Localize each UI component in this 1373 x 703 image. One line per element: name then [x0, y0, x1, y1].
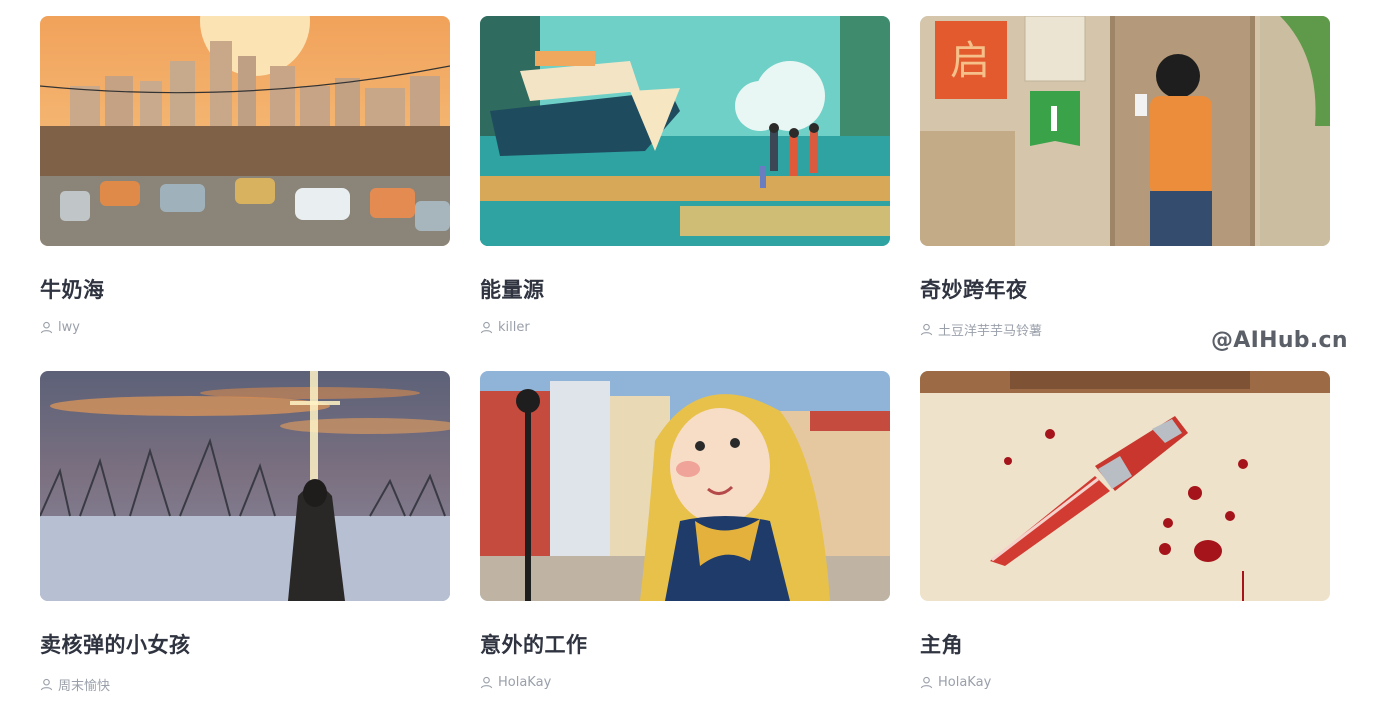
- author-name: 土豆洋芋芋马铃薯: [938, 324, 1043, 339]
- story-title[interactable]: 奇妙跨年夜: [920, 274, 1028, 304]
- user-icon: [920, 323, 933, 336]
- story-author[interactable]: lwy: [40, 320, 80, 335]
- watermark-text: @AIHub.cn: [1211, 328, 1348, 353]
- svg-text:启: 启: [950, 38, 990, 84]
- blonde-girl-town-image: [480, 371, 890, 601]
- user-icon: [40, 321, 53, 334]
- story-author[interactable]: 土豆洋芋芋马铃薯: [920, 320, 1042, 339]
- boy-door-image: 启: [920, 16, 1330, 246]
- story-title[interactable]: 意外的工作: [480, 629, 588, 659]
- user-icon: [480, 676, 493, 689]
- author-name: killer: [498, 320, 530, 335]
- story-title[interactable]: 卖核弹的小女孩: [40, 629, 191, 659]
- girl-snowfield-image: [40, 371, 450, 601]
- story-gallery: 牛奶海 lwy 能量源 killer 启 奇妙跨年夜 土豆洋芋芋马铃薯 卖核弹的…: [0, 0, 1373, 703]
- story-author[interactable]: killer: [480, 320, 530, 335]
- ship-beach-image: [480, 16, 890, 246]
- story-thumbnail[interactable]: [480, 16, 890, 246]
- author-name: 周末愉快: [58, 679, 111, 694]
- user-icon: [480, 321, 493, 334]
- story-card[interactable]: 启 奇妙跨年夜 土豆洋芋芋马铃薯: [920, 16, 1330, 339]
- story-thumbnail[interactable]: [40, 371, 450, 601]
- story-thumbnail[interactable]: [480, 371, 890, 601]
- story-thumbnail[interactable]: [40, 16, 450, 246]
- story-title[interactable]: 能量源: [480, 274, 545, 304]
- city-traffic-image: [40, 16, 450, 246]
- story-card[interactable]: 卖核弹的小女孩 周末愉快: [40, 371, 450, 694]
- story-card[interactable]: 牛奶海 lwy: [40, 16, 450, 335]
- story-author[interactable]: 周末愉快: [40, 675, 110, 694]
- user-icon: [920, 676, 933, 689]
- story-thumbnail[interactable]: [920, 371, 1330, 601]
- story-title[interactable]: 主角: [920, 629, 963, 659]
- author-name: HolaKay: [498, 675, 552, 690]
- story-thumbnail[interactable]: 启: [920, 16, 1330, 246]
- user-icon: [40, 678, 53, 691]
- author-name: HolaKay: [938, 675, 992, 690]
- bloody-knife-image: [920, 371, 1330, 601]
- story-title[interactable]: 牛奶海: [40, 274, 105, 304]
- story-author[interactable]: HolaKay: [920, 675, 991, 690]
- author-name: lwy: [58, 320, 80, 335]
- story-card[interactable]: 意外的工作 HolaKay: [480, 371, 890, 690]
- story-card[interactable]: 能量源 killer: [480, 16, 890, 335]
- story-author[interactable]: HolaKay: [480, 675, 551, 690]
- story-card[interactable]: 主角 HolaKay: [920, 371, 1330, 690]
